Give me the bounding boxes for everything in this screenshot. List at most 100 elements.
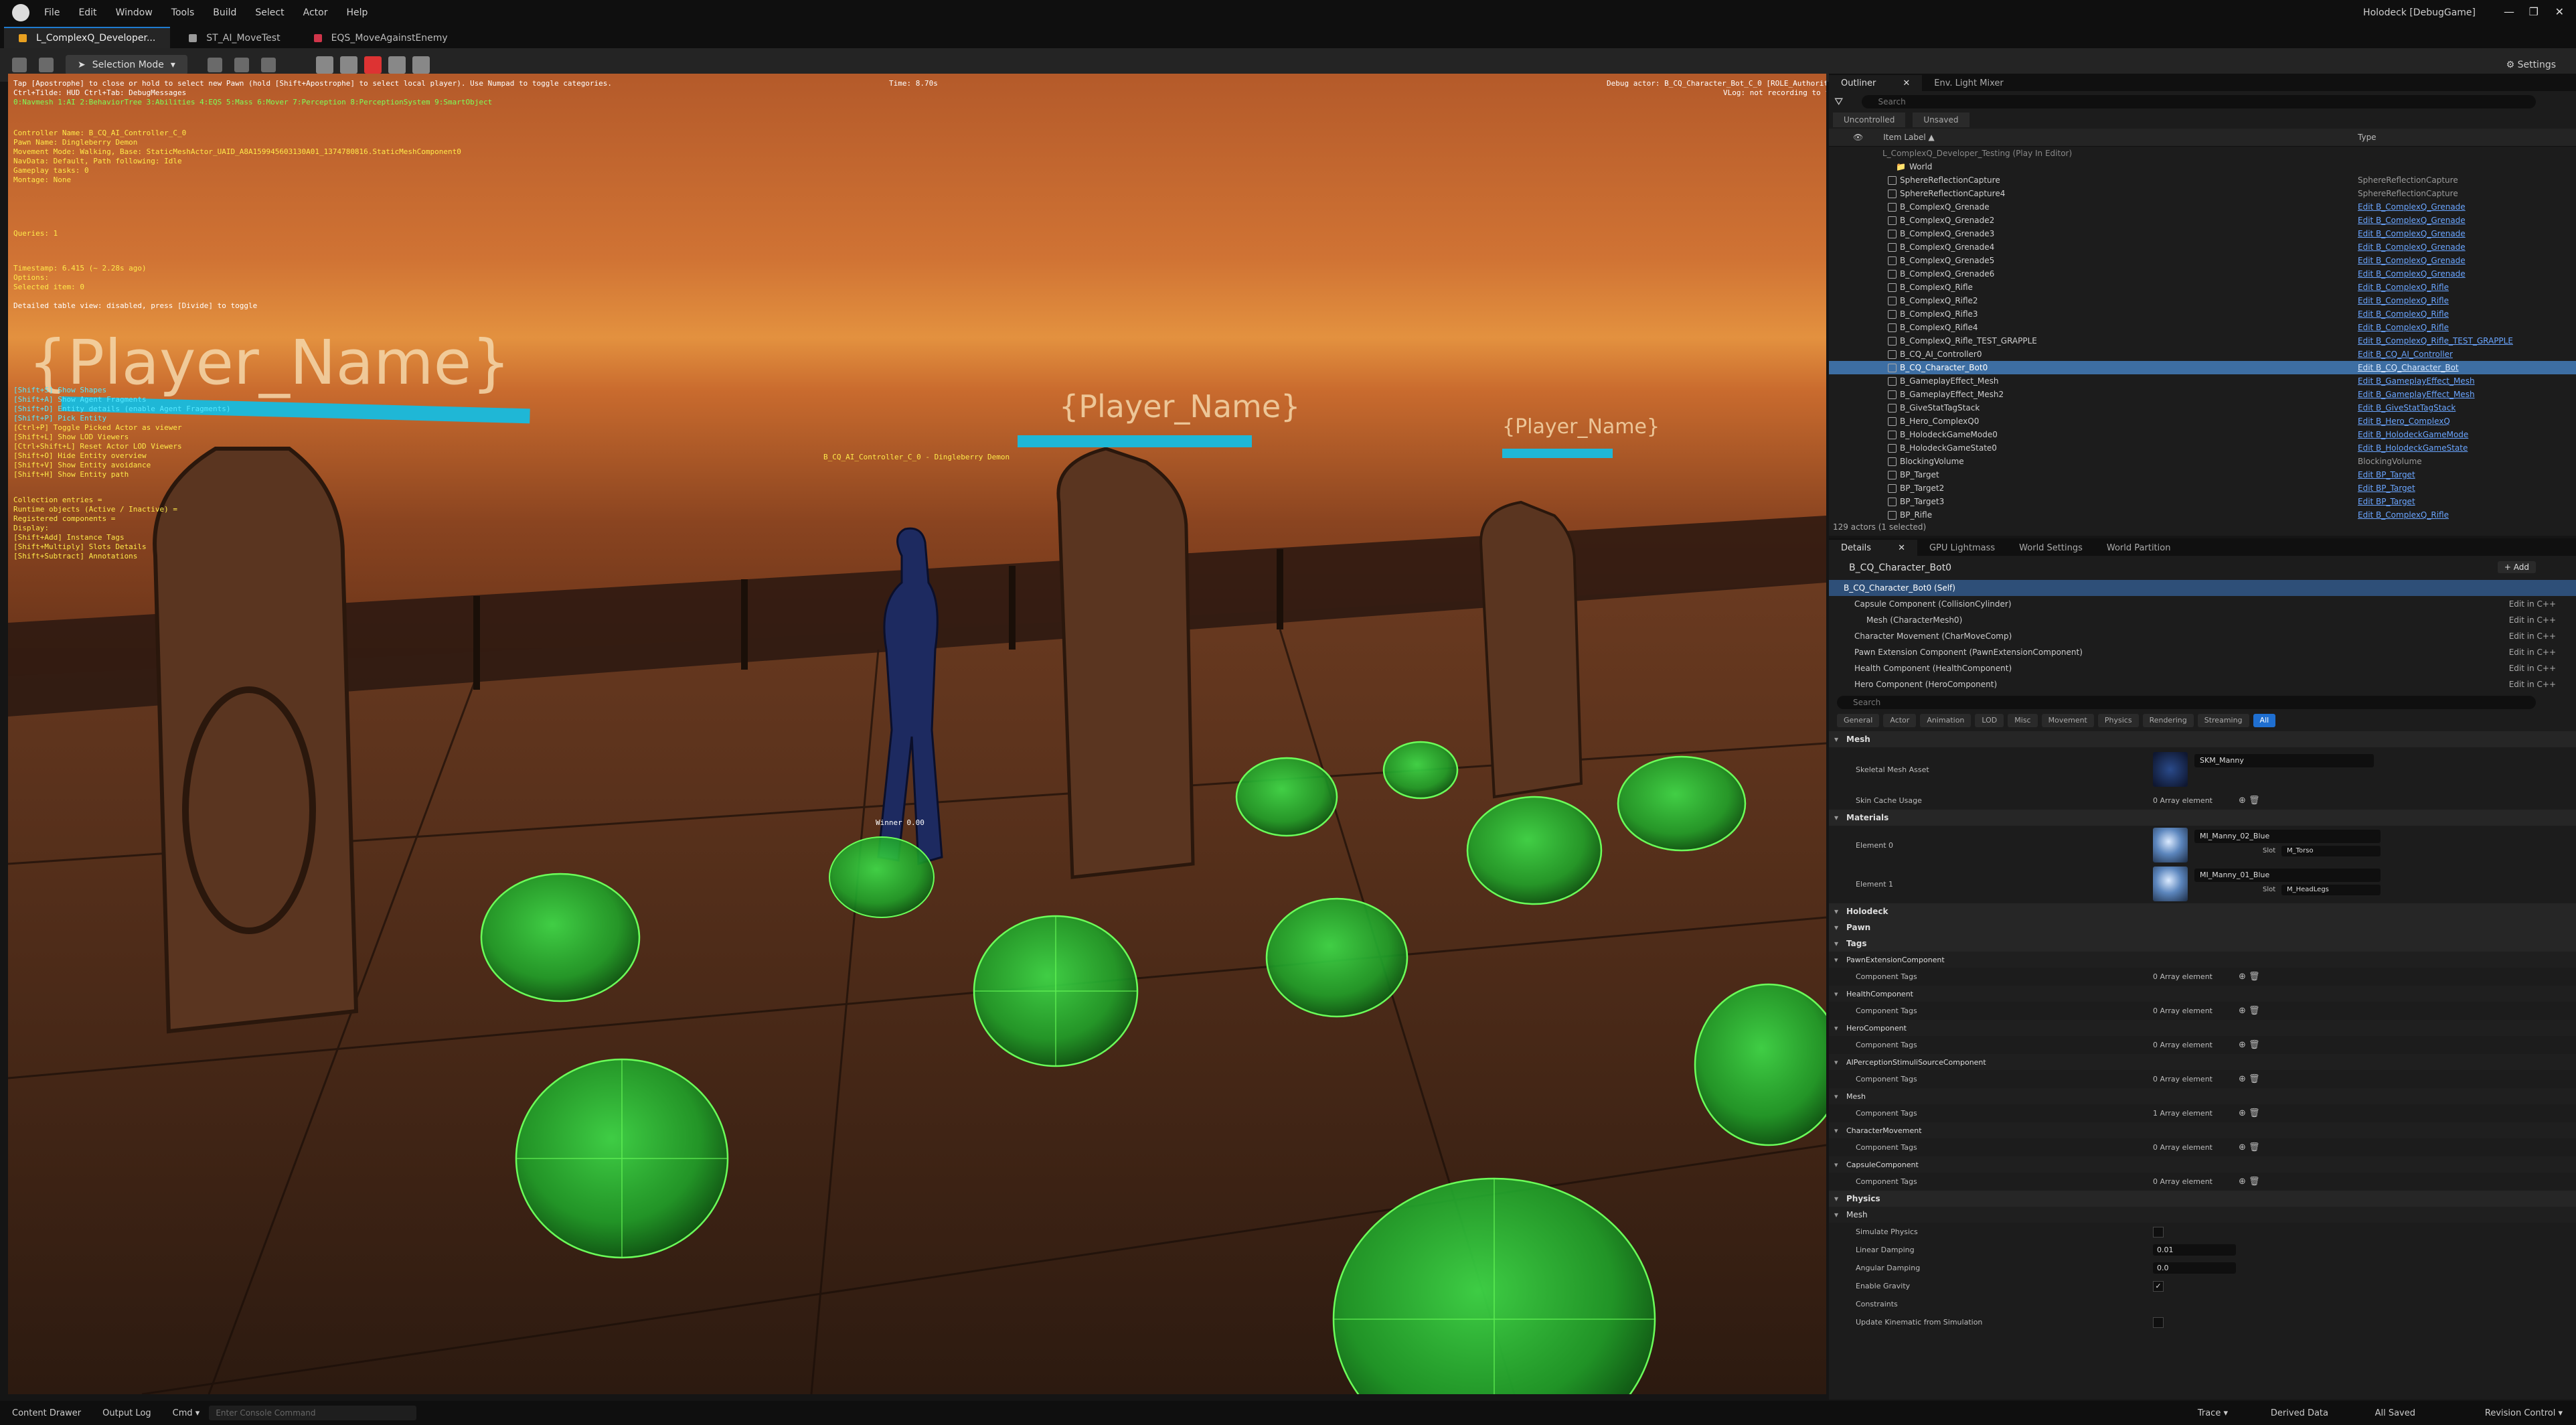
browse-icon[interactable]	[39, 58, 54, 72]
skeletal-mesh-thumbnail[interactable]	[2153, 752, 2188, 787]
menu-tools[interactable]: Tools	[171, 7, 195, 18]
section-tags[interactable]: Tags	[1829, 935, 2576, 952]
outliner-row[interactable]: SphereReflectionCapture4 SphereReflection…	[1829, 187, 2576, 200]
simulate-physics-checkbox[interactable]	[2153, 1226, 2164, 1238]
outliner-world-row[interactable]: 📁 World	[1829, 160, 2576, 173]
tab-state-tree[interactable]: ST_AI_MoveTest	[174, 28, 295, 48]
category-tab[interactable]: Misc	[2008, 714, 2038, 727]
menu-select[interactable]: Select	[255, 7, 284, 18]
section-physics-mesh[interactable]: Mesh	[1829, 1207, 2576, 1223]
tab-world-settings[interactable]: World Settings	[2007, 540, 2095, 556]
category-tab[interactable]: General	[1837, 714, 1880, 727]
menu-edit[interactable]: Edit	[78, 7, 96, 18]
tag-group-header[interactable]: CharacterMovement	[1829, 1122, 2576, 1138]
add-element-icon[interactable]: ⊕ 🗑	[2239, 1074, 2260, 1084]
add-element-icon[interactable]: ⊕ 🗑	[2239, 1006, 2260, 1016]
step-icon[interactable]	[339, 56, 357, 74]
edit-blueprint-link[interactable]: Edit BP_Target	[2358, 497, 2415, 506]
outliner-row[interactable]: B_HolodeckGameMode0 Edit B_HolodeckGameMo…	[1829, 428, 2576, 441]
edit-blueprint-link[interactable]: Edit B_ComplexQ_Grenade	[2358, 216, 2466, 225]
outliner-row[interactable]: B_ComplexQ_Rifle2 Edit B_ComplexQ_Rifle	[1829, 294, 2576, 307]
component-row[interactable]: Character Movement (CharMoveComp) Edit in…	[1829, 628, 2576, 644]
save-icon[interactable]	[12, 58, 27, 72]
outliner-row[interactable]: B_CQ_Character_Bot0 Edit B_CQ_Character_B…	[1829, 361, 2576, 374]
tag-group-header[interactable]: AIPerceptionStimuliSourceComponent	[1829, 1054, 2576, 1070]
possess-icon[interactable]	[412, 56, 430, 74]
edit-blueprint-link[interactable]: Edit B_ComplexQ_Grenade	[2358, 269, 2466, 279]
edit-in-cpp-button[interactable]: Edit in C++	[2509, 648, 2556, 657]
outliner-row[interactable]: B_Hero_ComplexQ0 Edit B_Hero_ComplexQ	[1829, 415, 2576, 428]
edit-blueprint-link[interactable]: Edit B_ComplexQ_Grenade	[2358, 242, 2466, 252]
column-type[interactable]: Type	[2358, 133, 2377, 142]
edit-in-cpp-button[interactable]: Edit in C++	[2509, 664, 2556, 673]
component-row[interactable]: Pawn Extension Component (PawnExtensionC…	[1829, 644, 2576, 660]
outliner-row[interactable]: B_ComplexQ_Grenade5 Edit B_ComplexQ_Grena…	[1829, 254, 2576, 267]
unreal-logo-icon[interactable]	[12, 4, 29, 21]
section-holodeck[interactable]: Holodeck	[1829, 903, 2576, 919]
minimize-icon[interactable]: —	[2504, 5, 2514, 18]
edit-blueprint-link[interactable]: Edit B_CQ_Character_Bot	[2358, 363, 2459, 372]
outliner-row[interactable]: B_GiveStatTagStack Edit B_GiveStatTagStac…	[1829, 401, 2576, 415]
tab-level[interactable]: L_ComplexQ_Developer...	[4, 27, 171, 48]
column-item-label[interactable]: Item Label ▲	[1883, 133, 1935, 142]
edit-blueprint-link[interactable]: Edit B_ComplexQ_Rifle	[2358, 283, 2449, 292]
section-materials[interactable]: Materials	[1829, 810, 2576, 826]
maximize-icon[interactable]: ❐	[2529, 5, 2539, 18]
edit-blueprint-link[interactable]: Edit B_ComplexQ_Grenade	[2358, 229, 2466, 238]
skeletal-mesh-combo[interactable]: SKM_Manny	[2194, 754, 2374, 767]
selection-mode-button[interactable]: ➤ Selection Mode ▾	[66, 55, 187, 75]
eject-icon[interactable]	[388, 56, 406, 74]
all-saved-status[interactable]: All Saved	[2375, 1408, 2415, 1418]
outliner-row[interactable]: B_GameplayEffect_Mesh Edit B_GameplayEffe…	[1829, 374, 2576, 388]
tag-group-header[interactable]: Mesh	[1829, 1088, 2576, 1104]
outliner-row[interactable]: BP_Target3 Edit BP_Target	[1829, 495, 2576, 508]
tab-world-partition[interactable]: World Partition	[2095, 540, 2183, 556]
add-element-icon[interactable]: ⊕ 🗑	[2239, 1040, 2260, 1050]
edit-blueprint-link[interactable]: Edit B_GameplayEffect_Mesh	[2358, 376, 2475, 386]
outliner-row[interactable]: B_ComplexQ_Rifle3 Edit B_ComplexQ_Rifle	[1829, 307, 2576, 321]
console-command-input[interactable]: Enter Console Command	[209, 1406, 417, 1420]
edit-blueprint-link[interactable]: Edit B_GiveStatTagStack	[2358, 403, 2456, 412]
outliner-row[interactable]: B_ComplexQ_Grenade4 Edit B_ComplexQ_Grena…	[1829, 240, 2576, 254]
component-row[interactable]: Capsule Component (CollisionCylinder) Edi…	[1829, 596, 2576, 612]
outliner-row[interactable]: B_ComplexQ_Grenade Edit B_ComplexQ_Grenad…	[1829, 200, 2576, 214]
add-element-icon[interactable]: ⊕ 🗑	[2239, 796, 2260, 806]
pause-icon[interactable]	[315, 56, 333, 74]
cinematics-icon[interactable]	[260, 58, 276, 72]
add-element-icon[interactable]: ⊕ 🗑	[2239, 1142, 2260, 1152]
tag-group-header[interactable]: HealthComponent	[1829, 986, 2576, 1002]
trace-dropdown[interactable]: Trace ▾	[2198, 1408, 2228, 1418]
tab-eqs[interactable]: EQS_MoveAgainstEnemy	[299, 28, 463, 48]
outliner-row[interactable]: B_ComplexQ_Grenade6 Edit B_ComplexQ_Grena…	[1829, 267, 2576, 281]
edit-blueprint-link[interactable]: Edit B_CQ_AI_Controller	[2358, 350, 2453, 359]
material-thumbnail-0[interactable]	[2153, 828, 2188, 862]
output-log-button[interactable]: Output Log	[102, 1408, 151, 1418]
section-pawn[interactable]: Pawn	[1829, 919, 2576, 935]
details-search-input[interactable]: Search	[1837, 696, 2536, 709]
filter-unsaved[interactable]: Unsaved	[1913, 112, 1969, 127]
edit-blueprint-link[interactable]: Edit B_GameplayEffect_Mesh	[2358, 390, 2475, 399]
tag-group-header[interactable]: CapsuleComponent	[1829, 1156, 2576, 1173]
edit-blueprint-link[interactable]: Edit B_ComplexQ_Rifle	[2358, 510, 2449, 520]
edit-blueprint-link[interactable]: Edit B_ComplexQ_Grenade	[2358, 256, 2466, 265]
category-tab[interactable]: All	[2253, 714, 2276, 727]
outliner-row[interactable]: BP_Target Edit BP_Target	[1829, 468, 2576, 481]
outliner-row[interactable]: B_CQ_AI_Controller0 Edit B_CQ_AI_Controll…	[1829, 348, 2576, 361]
category-tab[interactable]: Streaming	[2197, 714, 2249, 727]
category-tab[interactable]: Physics	[2097, 714, 2139, 727]
edit-blueprint-link[interactable]: Edit B_ComplexQ_Grenade	[2358, 202, 2466, 212]
menu-help[interactable]: Help	[346, 7, 368, 18]
filter-uncontrolled[interactable]: Uncontrolled	[1833, 112, 1906, 127]
category-tab[interactable]: Rendering	[2142, 714, 2194, 727]
add-element-icon[interactable]: ⊕ 🗑	[2239, 972, 2260, 982]
component-row[interactable]: Hero Component (HeroComponent) Edit in C+…	[1829, 676, 2576, 692]
outliner-row[interactable]: SphereReflectionCapture SphereReflectionC…	[1829, 173, 2576, 187]
outliner-root-row[interactable]: L_ComplexQ_Developer_Testing (Play In Ed…	[1829, 147, 2576, 160]
component-row[interactable]: Health Component (HealthComponent) Edit i…	[1829, 660, 2576, 676]
angular-damping-input[interactable]: 0.0	[2153, 1262, 2236, 1274]
tag-group-header[interactable]: HeroComponent	[1829, 1020, 2576, 1036]
category-tab[interactable]: Actor	[1883, 714, 1917, 727]
close-icon[interactable]: ✕	[1898, 543, 1905, 553]
edit-blueprint-link[interactable]: Edit B_Hero_ComplexQ	[2358, 417, 2450, 426]
cmd-dropdown[interactable]: Cmd ▾	[173, 1408, 200, 1418]
